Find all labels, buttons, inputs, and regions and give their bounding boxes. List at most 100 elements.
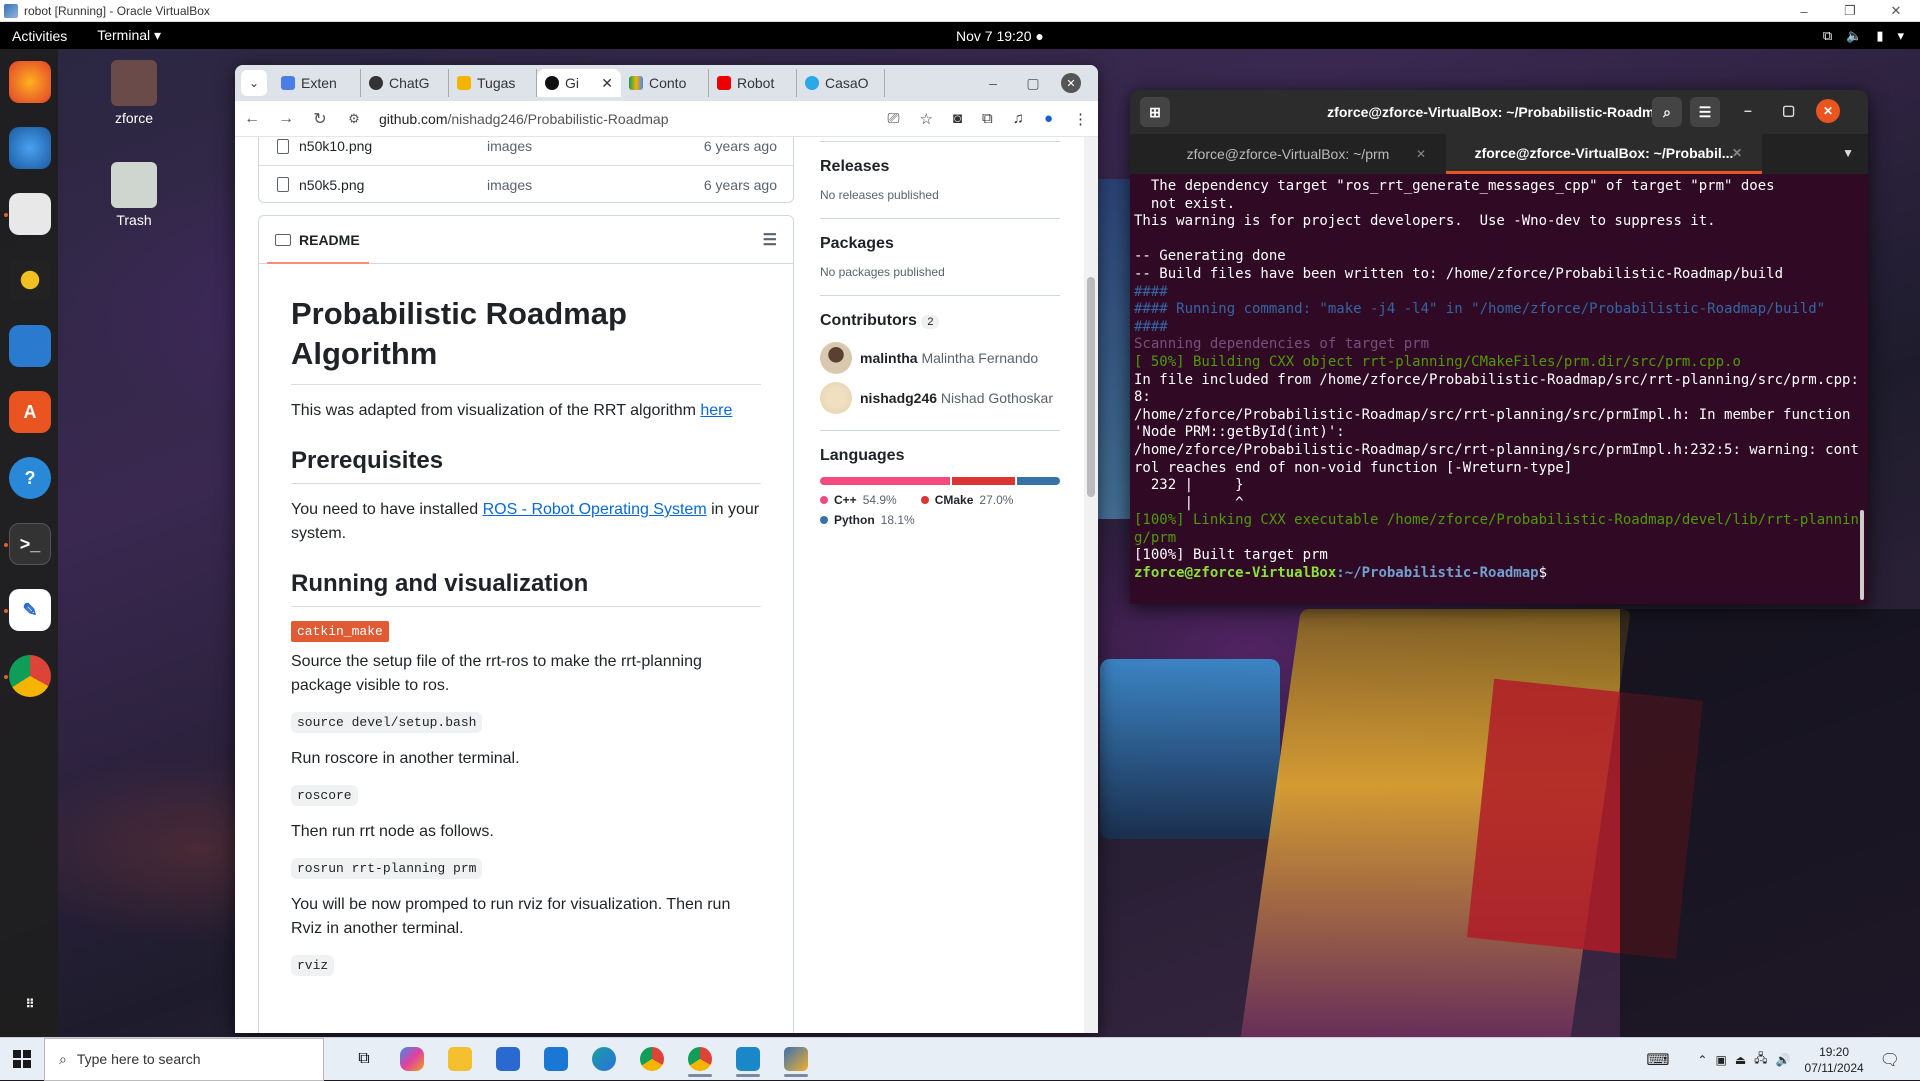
clock[interactable]: Nov 7 19:20 ● — [956, 28, 1044, 44]
copilot-icon — [400, 1047, 424, 1071]
rhythmbox-icon[interactable] — [9, 259, 51, 301]
tab-chatgpt[interactable]: ChatG — [361, 69, 449, 97]
activities-button[interactable]: Activities — [12, 28, 67, 44]
terminal-prompt[interactable]: zforce@zforce-VirtualBox:~/Probabilistic… — [1134, 565, 1864, 583]
system-menu[interactable]: ⧉ 🔈 ▮ ▾ — [1823, 28, 1904, 44]
browser-minimize-button[interactable]: – — [974, 65, 1012, 101]
file-row[interactable]: n50k10.png images 6 years ago — [259, 137, 793, 165]
taskbar-clock[interactable]: 19:20 07/11/2024 — [1805, 1044, 1864, 1076]
usb-icon[interactable]: ⏏ — [1735, 1053, 1746, 1067]
tab-youtube[interactable]: Robot — [709, 69, 797, 97]
bookmark-star-icon[interactable]: ☆ — [919, 110, 932, 128]
language-item[interactable]: CMake 27.0% — [920, 493, 1013, 507]
tab-drive[interactable]: Conto — [621, 69, 709, 97]
language-list: Python 18.1% — [820, 513, 1060, 527]
terminal-menu-button[interactable]: ☰ — [1690, 97, 1720, 127]
language-item[interactable]: Python 18.1% — [820, 513, 1060, 527]
releases-heading[interactable]: Releases — [820, 158, 1060, 176]
tab-casaos[interactable]: CasaO — [797, 69, 885, 97]
task-view-button[interactable]: ⧉ — [344, 1041, 384, 1077]
commit-message[interactable]: images — [487, 177, 687, 193]
host-close-button[interactable]: ✕ — [1873, 0, 1919, 22]
commit-message[interactable]: images — [487, 138, 687, 154]
chrome-icon[interactable] — [9, 655, 51, 697]
close-tab-icon[interactable]: ✕ — [601, 75, 613, 92]
start-button[interactable] — [0, 1038, 44, 1081]
new-tab-button[interactable]: ⊞ — [1140, 97, 1170, 127]
taskbar-vscode-like[interactable] — [728, 1041, 768, 1077]
page-scrollbar[interactable] — [1084, 137, 1098, 1033]
contributor-row[interactable]: malintha Malintha Fernando — [820, 338, 1060, 378]
terminal-search-button[interactable]: ⌕ — [1652, 97, 1682, 127]
taskbar-chrome[interactable] — [632, 1041, 672, 1077]
contributor-row[interactable]: nishadg246 Nishad Gothoskar — [820, 378, 1060, 418]
extension-icon[interactable]: ◙ — [953, 110, 962, 128]
tab-list-chevron-icon[interactable]: ▼ — [1842, 146, 1854, 160]
address-bar[interactable]: github.com/nishadg246/Probabilistic-Road… — [379, 111, 669, 127]
taskbar-copilot[interactable] — [392, 1041, 432, 1077]
vm-tray-icon[interactable]: ▣ — [1715, 1053, 1726, 1067]
notifications-icon[interactable]: 🗨 — [1880, 1050, 1900, 1070]
reload-icon[interactable]: ↻ — [303, 109, 337, 129]
host-minimize-button[interactable]: – — [1781, 0, 1827, 22]
terminal-scrollbar[interactable] — [1860, 510, 1864, 600]
terminal-minimize-button[interactable]: – — [1744, 102, 1752, 118]
tab-extensions[interactable]: Exten — [273, 69, 361, 97]
tab-github[interactable]: Gi ✕ — [537, 69, 621, 97]
writer-icon[interactable] — [9, 325, 51, 367]
scrollbar-thumb[interactable] — [1087, 277, 1095, 497]
site-info-icon[interactable]: ⚙ — [337, 111, 371, 127]
taskbar-explorer[interactable] — [440, 1041, 480, 1077]
terminal-maximize-button[interactable]: ▢ — [1782, 102, 1795, 119]
back-icon[interactable]: ← — [235, 110, 269, 128]
more-menu-icon[interactable]: ⋮ — [1073, 110, 1088, 128]
app-menu[interactable]: Terminal ▾ — [97, 27, 161, 44]
desktop-icon-home[interactable]: zforce — [94, 60, 174, 126]
tab-search-button[interactable]: ⌄ — [241, 70, 267, 96]
firefox-icon[interactable] — [9, 61, 51, 103]
terminal-close-button[interactable]: ✕ — [1816, 99, 1840, 123]
packages-heading[interactable]: Packages — [820, 235, 1060, 253]
contributors-heading[interactable]: Contributors 2 — [820, 312, 1060, 330]
file-row[interactable]: n50k5.png images 6 years ago — [259, 165, 793, 203]
taskbar-chrome-profile[interactable] — [680, 1041, 720, 1077]
here-link[interactable]: here — [700, 402, 732, 419]
language-item[interactable]: C++ 54.9% — [820, 493, 897, 507]
help-icon[interactable]: ? — [9, 457, 51, 499]
keyboard-icon[interactable]: ⌨ — [1646, 1050, 1669, 1070]
terminal-tab-roadmap[interactable]: zforce@zforce-VirtualBox: ~/Probabil... ✕ — [1446, 134, 1762, 174]
host-restore-button[interactable]: ❐ — [1827, 0, 1873, 22]
taskbar-store[interactable] — [488, 1041, 528, 1077]
taskbar-edge[interactable] — [584, 1041, 624, 1077]
close-tab-icon[interactable]: ✕ — [1416, 147, 1426, 161]
terminal-tab-prm[interactable]: zforce@zforce-VirtualBox: ~/prm ✕ — [1130, 134, 1446, 174]
ros-link[interactable]: ROS - Robot Operating System — [483, 501, 707, 518]
file-name[interactable]: n50k10.png — [299, 138, 487, 154]
thunderbird-icon[interactable] — [9, 127, 51, 169]
taskbar-virtualbox[interactable] — [776, 1041, 816, 1077]
terminal-output[interactable]: The dependency target "ros_rrt_generate_… — [1130, 174, 1868, 587]
files-icon[interactable] — [9, 193, 51, 235]
outline-list-icon[interactable]: ☰ — [763, 230, 777, 250]
taskbar-mail[interactable] — [536, 1041, 576, 1077]
profile-avatar-icon[interactable]: ● — [1044, 110, 1053, 128]
text-editor-icon[interactable]: ✎ — [9, 589, 51, 631]
readme-tab[interactable]: README — [299, 232, 360, 248]
media-control-icon[interactable]: ♫ — [1013, 110, 1024, 128]
show-apps-icon[interactable]: ⠿ — [9, 994, 51, 1014]
tab-tugas[interactable]: Tugas — [449, 69, 537, 97]
volume-icon[interactable]: 🔊 — [1776, 1053, 1791, 1067]
terminal-icon[interactable]: >_ — [9, 523, 51, 565]
extensions-puzzle-icon[interactable]: ⧉ — [982, 110, 993, 128]
install-app-icon[interactable]: ⎚ — [887, 110, 899, 128]
tray-overflow-icon[interactable]: ⌃ — [1697, 1053, 1707, 1067]
browser-maximize-button[interactable]: ▢ — [1014, 65, 1052, 101]
file-name[interactable]: n50k5.png — [299, 177, 487, 193]
forward-icon[interactable]: → — [269, 110, 303, 128]
desktop-icon-trash[interactable]: Trash — [94, 162, 174, 228]
browser-close-button[interactable]: ✕ — [1052, 65, 1090, 101]
network-icon[interactable]: 🖧 — [1754, 1049, 1767, 1070]
close-tab-icon[interactable]: ✕ — [1732, 146, 1742, 160]
software-center-icon[interactable]: A — [9, 391, 51, 433]
taskbar-search-box[interactable]: ⌕ Type here to search — [44, 1037, 324, 1081]
